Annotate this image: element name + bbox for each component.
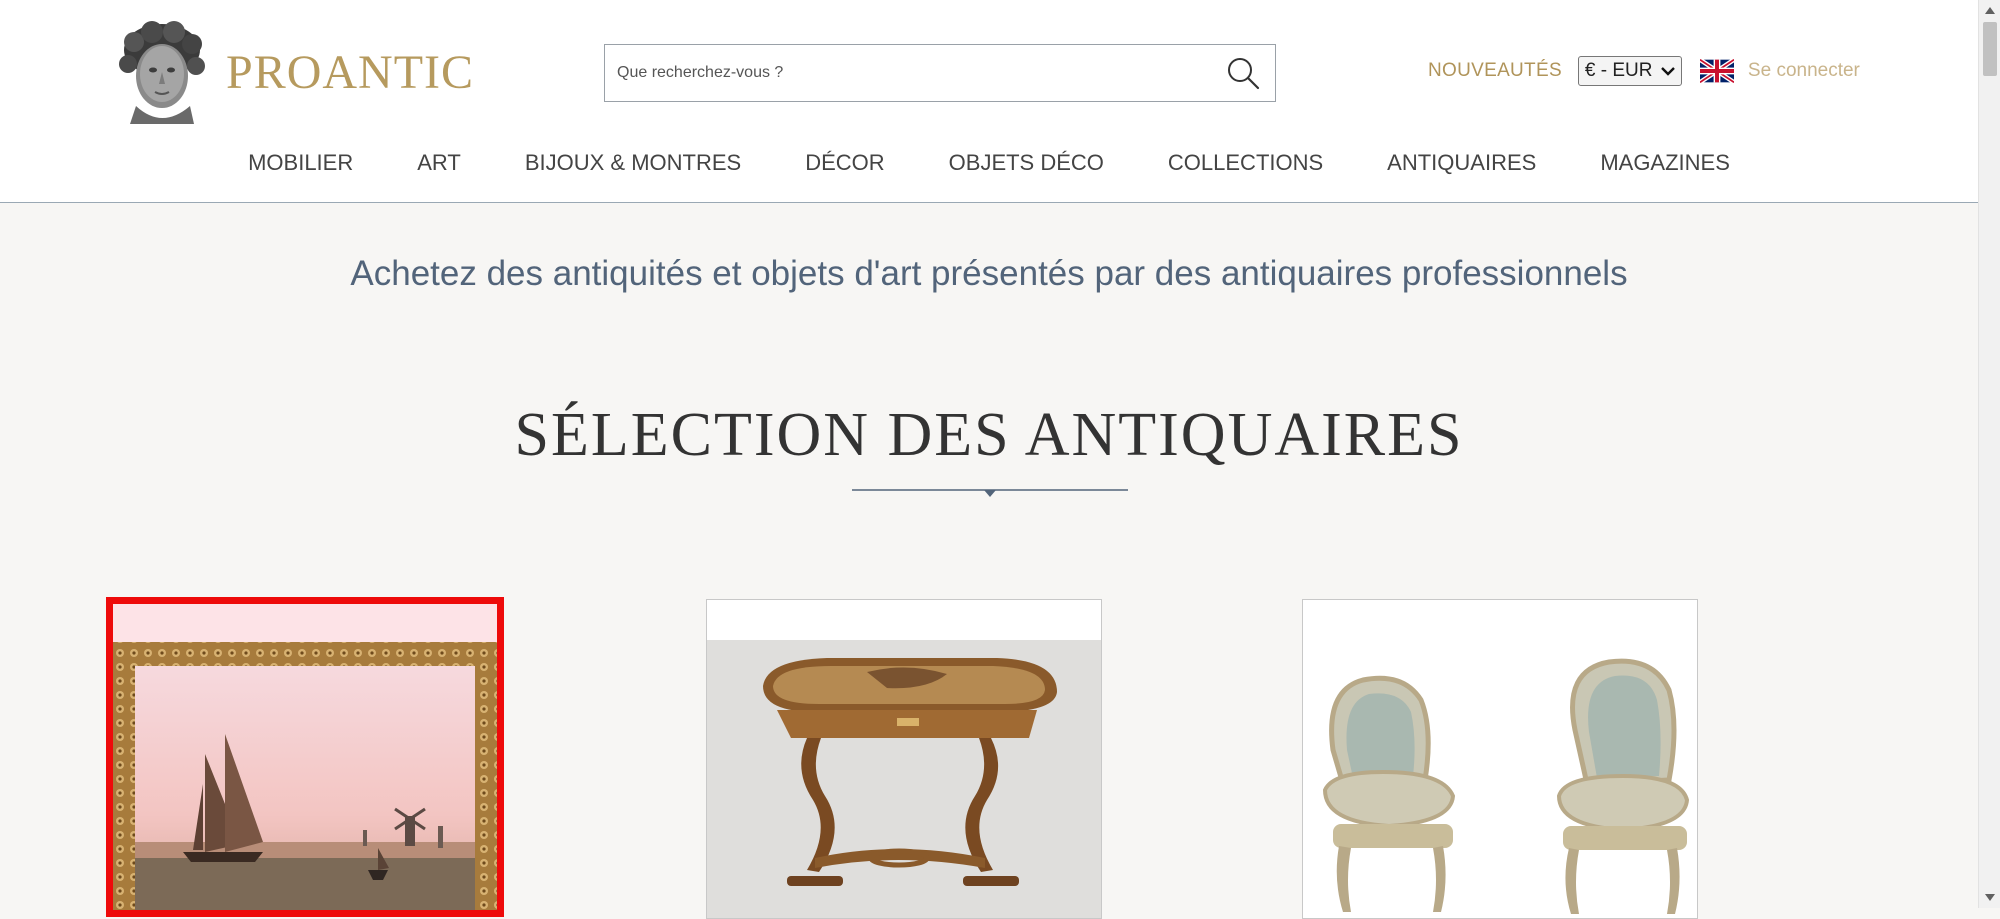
currency-value: € - EUR [1584,60,1653,81]
search-box [604,44,1276,102]
nav-item-mobilier[interactable]: MOBILIER [248,150,353,176]
scroll-down-button[interactable] [1979,888,2000,908]
search-button[interactable] [1211,45,1275,101]
nouveautes-link[interactable]: NOUVEAUTÉS [1428,60,1562,82]
login-link[interactable]: Se connecter [1748,60,1860,82]
nav-item-magazines[interactable]: MAGAZINES [1600,150,1730,176]
header-actions: NOUVEAUTÉS € - EUR Se connecter [1428,56,1860,86]
scroll-up-button[interactable] [1979,0,2000,20]
product-card-table[interactable] [706,599,1102,919]
writing-table-image [707,600,1101,918]
nav-item-bijoux-montres[interactable]: BIJOUX & MONTRES [525,150,741,176]
nav-item-antiquaires[interactable]: ANTIQUAIRES [1387,150,1536,176]
marine-painting-image [113,604,497,910]
search-input[interactable] [605,45,1211,101]
nav-item-decor[interactable]: DÉCOR [805,150,884,176]
scroll-down-icon [1985,894,1995,901]
site-header: PROANTIC NOUVEAUTÉS € - EUR Se connecter [0,0,1978,203]
page-tagline: Achetez des antiquités et objets d'art p… [350,254,1628,293]
nav-item-art[interactable]: ART [417,150,461,176]
scroll-thumb[interactable] [1983,22,1997,76]
product-card-painting[interactable] [106,597,504,917]
scroll-up-icon [1985,7,1995,14]
site-logo[interactable]: PROANTIC [112,20,474,124]
chevron-down-icon [1661,67,1675,76]
title-divider [852,489,1128,497]
uk-flag-icon[interactable] [1699,59,1734,83]
product-card-chairs[interactable] [1302,599,1698,919]
section-title: SÉLECTION DES ANTIQUAIRES [514,401,1464,469]
nav-item-objets-deco[interactable]: OBJETS DÉCO [949,150,1104,176]
bust-logo-icon [119,21,205,124]
brand-name: PROANTIC [226,45,475,99]
nav-item-collections[interactable]: COLLECTIONS [1168,150,1323,176]
chairs-image [1303,600,1697,918]
currency-select[interactable]: € - EUR [1577,56,1682,86]
vertical-scrollbar[interactable] [1978,0,2000,908]
main-nav: MOBILIER ART BIJOUX & MONTRES DÉCOR OBJE… [0,150,1978,176]
search-icon [1228,58,1260,90]
